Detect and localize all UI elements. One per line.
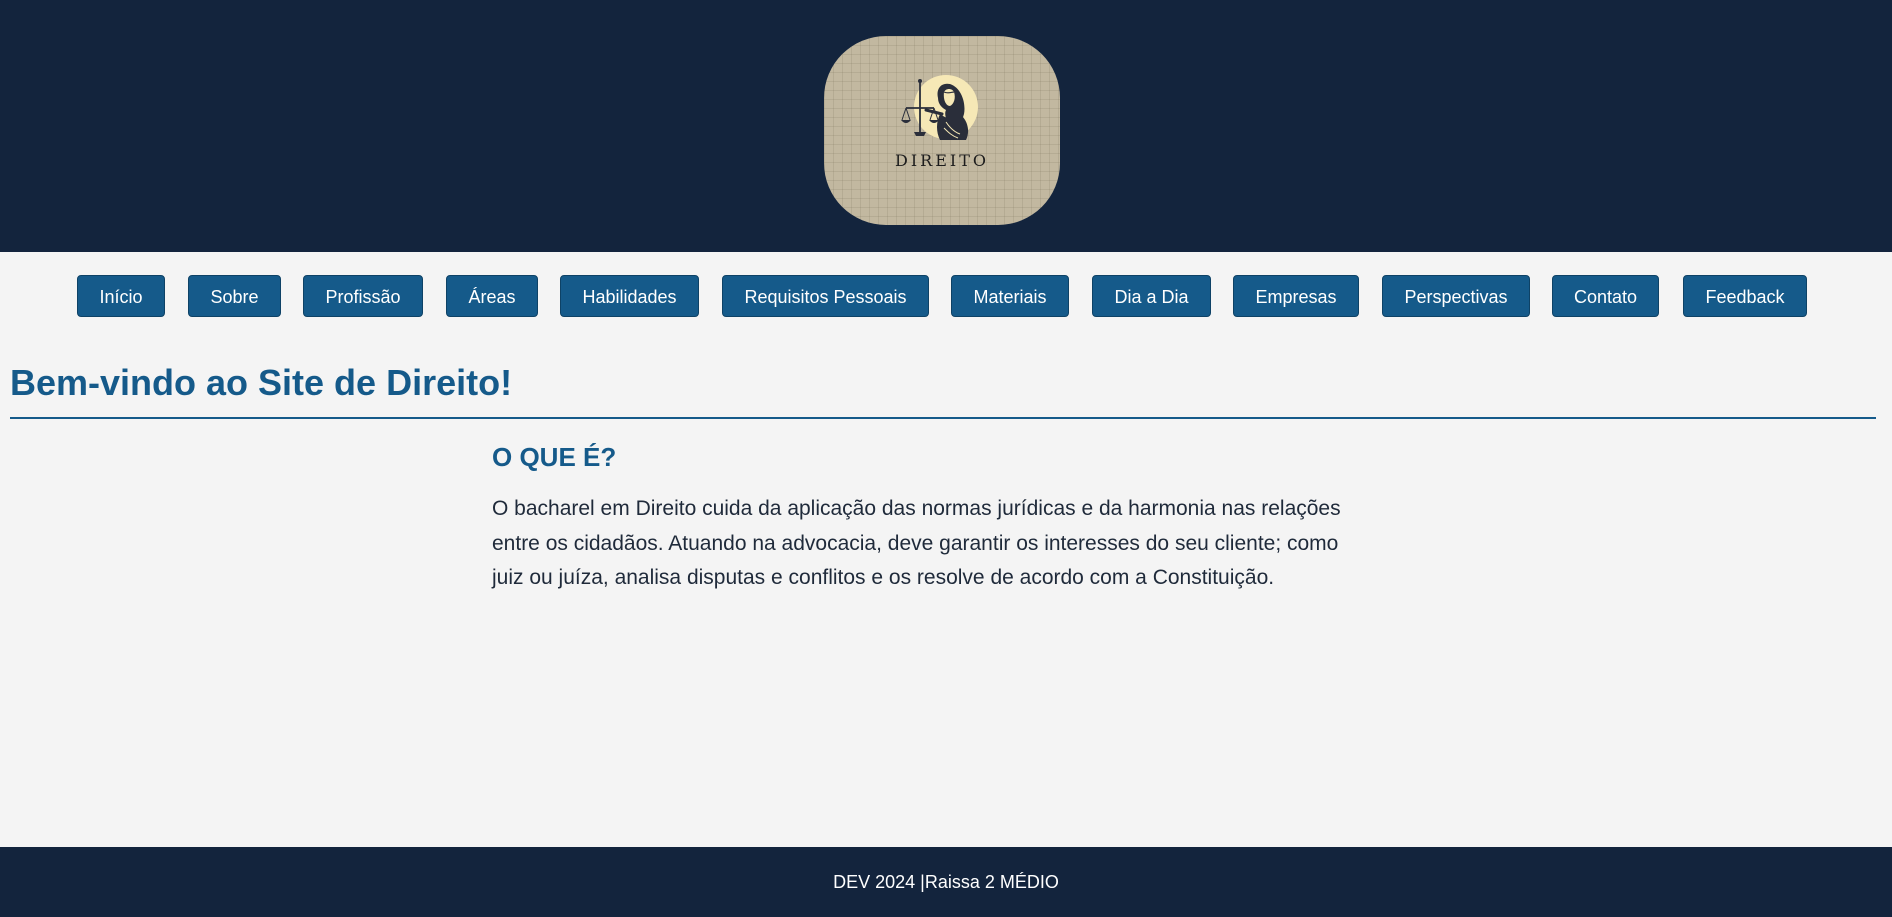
nav-button-areas[interactable]: Áreas xyxy=(446,275,538,317)
site-header: DIREITO xyxy=(0,0,1892,252)
about-section: O QUE É? O bacharel em Direito cuida da … xyxy=(492,441,1372,596)
site-logo[interactable]: DIREITO xyxy=(824,36,1060,225)
nav-button-contato[interactable]: Contato xyxy=(1552,275,1659,317)
nav-button-sobre[interactable]: Sobre xyxy=(188,275,281,317)
nav-button-inicio[interactable]: Início xyxy=(77,275,165,317)
logo-text: DIREITO xyxy=(895,151,989,170)
section-paragraph: O bacharel em Direito cuida da aplicação… xyxy=(492,497,1341,589)
nav-button-empresas[interactable]: Empresas xyxy=(1233,275,1359,317)
nav-button-profissao[interactable]: Profissão xyxy=(303,275,423,317)
main-nav: Início Sobre Profissão Áreas Habilidades… xyxy=(0,275,1892,319)
section-heading: O QUE É? xyxy=(492,442,617,472)
nav-button-perspectivas[interactable]: Perspectivas xyxy=(1382,275,1530,317)
page-title: Bem-vindo ao Site de Direito! xyxy=(10,362,513,403)
nav-button-materiais[interactable]: Materiais xyxy=(951,275,1069,317)
site-footer: DEV 2024 |Raissa 2 MÉDIO xyxy=(0,847,1892,917)
title-divider xyxy=(10,417,1876,419)
nav-button-habilidades[interactable]: Habilidades xyxy=(560,275,699,317)
nav-button-feedback[interactable]: Feedback xyxy=(1683,275,1807,317)
lady-justice-scales-icon xyxy=(901,75,978,140)
nav-button-requisitos-pessoais[interactable]: Requisitos Pessoais xyxy=(722,275,929,317)
nav-button-dia-a-dia[interactable]: Dia a Dia xyxy=(1092,275,1211,317)
footer-text: DEV 2024 |Raissa 2 MÉDIO xyxy=(833,872,1059,892)
